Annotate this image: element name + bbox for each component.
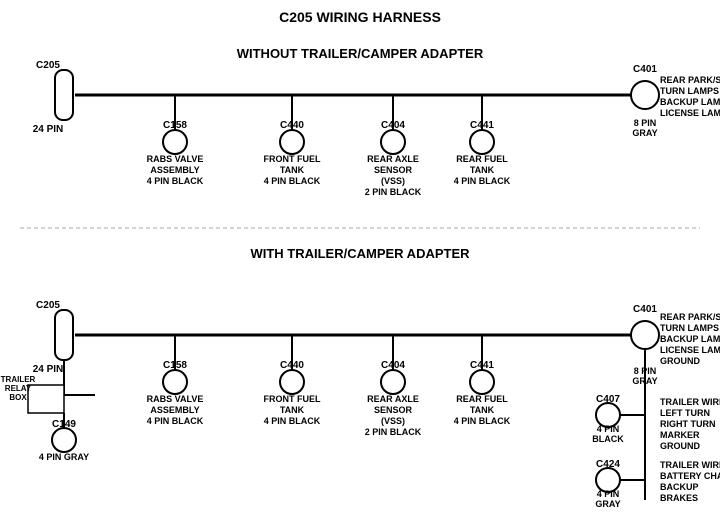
c404b-desc4: 2 PIN BLACK	[365, 427, 422, 437]
c158-desc3: 4 PIN BLACK	[147, 176, 204, 186]
c441-connector	[470, 130, 494, 154]
c404b-connector	[381, 370, 405, 394]
c158b-desc3: 4 PIN BLACK	[147, 416, 204, 426]
c401b-desc4: LICENSE LAMPS	[660, 345, 720, 355]
c407-desc1: TRAILER WIRES	[660, 397, 720, 407]
c407-label: C407	[596, 394, 620, 405]
c404-desc2: SENSOR	[374, 165, 413, 175]
c424-label: C424	[596, 459, 620, 470]
c404b-desc1: REAR AXLE	[367, 394, 419, 404]
c158b-desc2: ASSEMBLY	[150, 405, 199, 415]
c149-sublabel: 4 PIN GRAY	[39, 452, 89, 462]
c404b-label: C404	[381, 360, 405, 371]
c158b-connector	[163, 370, 187, 394]
c404-desc3: (VSS)	[381, 176, 405, 186]
section2-heading: WITH TRAILER/CAMPER ADAPTER	[250, 246, 470, 261]
c404-connector	[381, 130, 405, 154]
c401b-desc2: TURN LAMPS	[660, 323, 719, 333]
c158-desc1: RABS VALVE	[147, 154, 204, 164]
c441b-desc2: TANK	[470, 405, 495, 415]
c441-desc1: REAR FUEL	[456, 154, 508, 164]
page-title: C205 WIRING HARNESS	[279, 9, 441, 25]
c401-desc3: BACKUP LAMPS	[660, 97, 720, 107]
c407-desc3: RIGHT TURN	[660, 419, 716, 429]
c401b-label: C401	[633, 304, 657, 315]
c424-desc3: BACKUP	[660, 482, 699, 492]
c149-label: C149	[52, 419, 76, 430]
c440b-connector	[280, 370, 304, 394]
c407-desc2: LEFT TURN	[660, 408, 710, 418]
relay-box-label2: RELAY	[5, 384, 32, 393]
c441-desc2: TANK	[470, 165, 495, 175]
c407-color: BLACK	[592, 434, 624, 444]
c401b-desc3: BACKUP LAMPS	[660, 334, 720, 344]
c401-desc2: TURN LAMPS	[660, 86, 719, 96]
section1-heading: WITHOUT TRAILER/CAMPER ADAPTER	[237, 46, 484, 61]
relay-box-label3: BOX	[9, 393, 27, 402]
c440-label: C440	[280, 120, 304, 131]
c441b-desc3: 4 PIN BLACK	[454, 416, 511, 426]
c158-label: C158	[163, 120, 187, 131]
relay-box	[28, 385, 64, 413]
c407-desc4: MARKER	[660, 430, 700, 440]
c401b-desc1: REAR PARK/STOP	[660, 312, 720, 322]
c424-color: GRAY	[595, 499, 620, 509]
c441-desc3: 4 PIN BLACK	[454, 176, 511, 186]
c424-desc4: BRAKES	[660, 493, 698, 503]
c424-desc2: BATTERY CHARGE	[660, 471, 720, 481]
c441b-connector	[470, 370, 494, 394]
c158b-desc1: RABS VALVE	[147, 394, 204, 404]
c440b-desc3: 4 PIN BLACK	[264, 416, 321, 426]
c440b-desc1: FRONT FUEL	[264, 394, 321, 404]
c407-desc5: GROUND	[660, 441, 700, 451]
c158-desc2: ASSEMBLY	[150, 165, 199, 175]
c401-color: GRAY	[632, 128, 657, 138]
c404b-desc2: SENSOR	[374, 405, 413, 415]
c404-desc4: 2 PIN BLACK	[365, 187, 422, 197]
relay-box-label1: TRAILER	[1, 375, 36, 384]
c401-pin: 8 PIN	[634, 118, 657, 128]
c407-pin: 4 PIN	[597, 424, 620, 434]
c401-connector	[631, 81, 659, 109]
c440-connector	[280, 130, 304, 154]
c401b-connector	[631, 321, 659, 349]
c441-label: C441	[470, 120, 494, 131]
c440b-desc2: TANK	[280, 405, 305, 415]
c440b-label: C440	[280, 360, 304, 371]
c404b-desc3: (VSS)	[381, 416, 405, 426]
c424-desc1: TRAILER WIRES	[660, 460, 720, 470]
c441b-desc1: REAR FUEL	[456, 394, 508, 404]
c404-label: C404	[381, 120, 405, 131]
c149-connector	[52, 428, 76, 452]
c441b-label: C441	[470, 360, 494, 371]
c440-desc1: FRONT FUEL	[264, 154, 321, 164]
c205-label: C205	[36, 60, 60, 71]
c440-desc3: 4 PIN BLACK	[264, 176, 321, 186]
c205-connector	[55, 70, 73, 120]
c401b-desc5: GROUND	[660, 356, 700, 366]
c440-desc2: TANK	[280, 165, 305, 175]
c401-label: C401	[633, 64, 657, 75]
c205b-sublabel: 24 PIN	[33, 364, 64, 375]
c158-connector	[163, 130, 187, 154]
c205b-connector	[55, 310, 73, 360]
c158b-label: C158	[163, 360, 187, 371]
c205b-label: C205	[36, 300, 60, 311]
c404-desc1: REAR AXLE	[367, 154, 419, 164]
c401-desc4: LICENSE LAMPS	[660, 108, 720, 118]
c424-pin: 4 PIN	[597, 489, 620, 499]
c401-desc: REAR PARK/STOP	[660, 75, 720, 85]
c205-sublabel: 24 PIN	[33, 124, 64, 135]
